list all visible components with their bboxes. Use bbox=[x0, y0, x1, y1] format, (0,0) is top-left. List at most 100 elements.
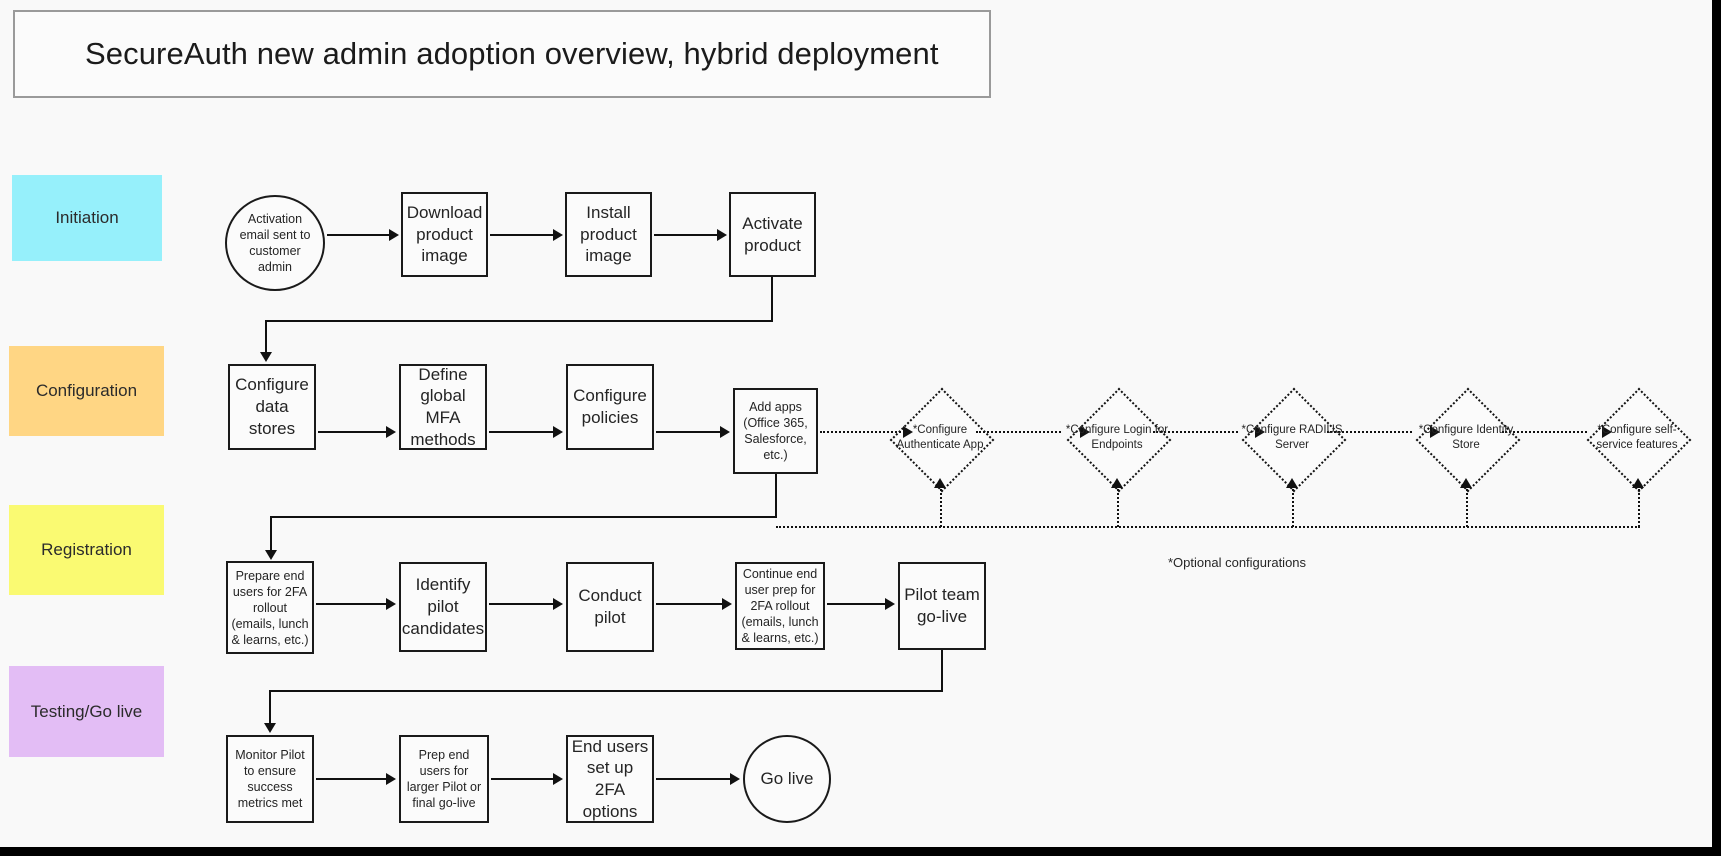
connector-dotted bbox=[1292, 485, 1294, 527]
connector bbox=[269, 690, 943, 692]
node-conduct-pilot: Conduct pilot bbox=[566, 562, 654, 652]
node-label: Continue end user prep for 2FA rollout (… bbox=[741, 567, 819, 645]
connector bbox=[827, 603, 885, 605]
node-label: Configure data stores bbox=[235, 375, 309, 438]
arrowhead bbox=[722, 598, 732, 610]
connector bbox=[656, 431, 720, 433]
connector-dotted-bus bbox=[776, 526, 1640, 528]
arrowhead bbox=[265, 550, 277, 560]
connector bbox=[316, 603, 386, 605]
node-end-users-setup-2fa: End users set up 2FA options bbox=[566, 735, 654, 823]
node-label: Configure policies bbox=[573, 386, 647, 427]
node-label: Conduct pilot bbox=[578, 586, 642, 627]
node-label: Install product image bbox=[580, 202, 637, 266]
node-continue-end-user-prep: Continue end user prep for 2FA rollout (… bbox=[735, 562, 825, 650]
connector bbox=[318, 431, 386, 433]
node-configure-self-service-features: *Configure self-service features bbox=[1585, 386, 1692, 493]
node-configure-policies: Configure policies bbox=[566, 364, 654, 450]
arrowhead bbox=[1460, 478, 1472, 488]
connector bbox=[656, 603, 722, 605]
connector bbox=[265, 320, 267, 356]
connector bbox=[489, 431, 553, 433]
connector-dotted bbox=[1466, 485, 1468, 527]
node-label: Pilot team go-live bbox=[904, 585, 980, 626]
connector bbox=[489, 603, 553, 605]
node-add-apps: Add apps (Office 365, Salesforce, etc.) bbox=[733, 388, 818, 474]
node-monitor-pilot: Monitor Pilot to ensure success metrics … bbox=[226, 735, 314, 823]
node-label: *Configure Login for Endpoints bbox=[1065, 423, 1169, 451]
connector bbox=[270, 516, 777, 518]
lane-label-testing-golive: Testing/Go live bbox=[9, 666, 164, 757]
arrowhead bbox=[264, 723, 276, 733]
node-label: Go live bbox=[760, 768, 814, 788]
node-download-product-image: Download product image bbox=[401, 192, 488, 277]
node-configure-login-for-endpoints: *Configure Login for Endpoints bbox=[1065, 386, 1172, 493]
arrowhead bbox=[885, 598, 895, 610]
node-label: Add apps (Office 365, Salesforce, etc.) bbox=[743, 400, 808, 462]
lane-label-registration: Registration bbox=[9, 505, 164, 595]
connector bbox=[654, 234, 717, 236]
node-prepare-end-users-2fa: Prepare end users for 2FA rollout (email… bbox=[226, 561, 314, 654]
node-label: *Configure Authenticate App bbox=[896, 423, 984, 451]
connector bbox=[316, 778, 386, 780]
node-label: Activation email sent to customer admin bbox=[239, 211, 311, 275]
connector bbox=[656, 778, 730, 780]
lane-text: Configuration bbox=[35, 381, 138, 400]
arrowhead bbox=[717, 229, 727, 241]
connector bbox=[491, 778, 553, 780]
connector bbox=[269, 690, 271, 727]
connector bbox=[327, 234, 389, 236]
node-configure-radius-server: *Configure RADIUS Server bbox=[1240, 386, 1347, 493]
node-configure-authenticate-app: *Configure Authenticate App bbox=[888, 386, 995, 493]
connector bbox=[265, 320, 773, 322]
lane-label-initiation: Initiation bbox=[12, 175, 162, 261]
node-label: *Configure RADIUS Server bbox=[1241, 423, 1343, 451]
node-define-global-mfa-methods: Define global MFA methods bbox=[399, 364, 487, 450]
connector-dotted bbox=[1117, 485, 1119, 527]
arrowhead bbox=[730, 773, 740, 785]
arrowhead bbox=[260, 352, 272, 362]
arrowhead bbox=[553, 426, 563, 438]
arrowhead bbox=[386, 773, 396, 785]
connector-dotted bbox=[940, 485, 942, 527]
connector bbox=[941, 650, 943, 692]
arrowhead bbox=[1632, 478, 1644, 488]
arrowhead bbox=[386, 598, 396, 610]
arrowhead bbox=[934, 478, 946, 488]
node-activation-email: Activation email sent to customer admin bbox=[225, 195, 325, 291]
arrowhead bbox=[553, 773, 563, 785]
node-label: *Configure self-service features bbox=[1596, 423, 1678, 451]
node-label: Monitor Pilot to ensure success metrics … bbox=[235, 748, 305, 810]
page-title: SecureAuth new admin adoption overview, … bbox=[85, 36, 939, 71]
arrowhead bbox=[720, 426, 730, 438]
node-label: Prep end users for larger Pilot or final… bbox=[406, 748, 482, 810]
node-configure-data-stores: Configure data stores bbox=[228, 364, 316, 450]
node-label: Identify pilot candidates bbox=[401, 575, 485, 638]
connector bbox=[775, 474, 777, 518]
connector bbox=[771, 277, 773, 321]
node-label: Prepare end users for 2FA rollout (email… bbox=[231, 568, 309, 647]
arrowhead bbox=[553, 598, 563, 610]
node-activate-product: Activate product bbox=[729, 192, 816, 277]
title-banner: SecureAuth new admin adoption overview, … bbox=[13, 10, 991, 98]
node-pilot-team-go-live: Pilot team go-live bbox=[898, 562, 986, 650]
node-label: Activate product bbox=[742, 213, 803, 255]
connector bbox=[490, 234, 553, 236]
node-label: Download product image bbox=[406, 202, 483, 266]
node-identify-pilot-candidates: Identify pilot candidates bbox=[399, 562, 487, 652]
node-prep-end-users-larger-pilot: Prep end users for larger Pilot or final… bbox=[399, 735, 489, 823]
arrowhead bbox=[386, 426, 396, 438]
arrowhead bbox=[1111, 478, 1123, 488]
node-label: *Configure Identity Store bbox=[1418, 423, 1514, 451]
optional-configurations-note: *Optional configurations bbox=[1168, 555, 1307, 570]
arrowhead bbox=[553, 229, 563, 241]
lane-label-configuration: Configuration bbox=[9, 346, 164, 436]
connector-dotted bbox=[1638, 485, 1640, 527]
lane-text: Registration bbox=[41, 540, 132, 559]
node-configure-identity-store: *Configure Identity Store bbox=[1414, 386, 1521, 493]
connector bbox=[270, 516, 272, 554]
arrowhead bbox=[1286, 478, 1298, 488]
node-install-product-image: Install product image bbox=[565, 192, 652, 277]
node-label: End users set up 2FA options bbox=[571, 736, 649, 821]
diagram-canvas: SecureAuth new admin adoption overview, … bbox=[0, 0, 1716, 851]
